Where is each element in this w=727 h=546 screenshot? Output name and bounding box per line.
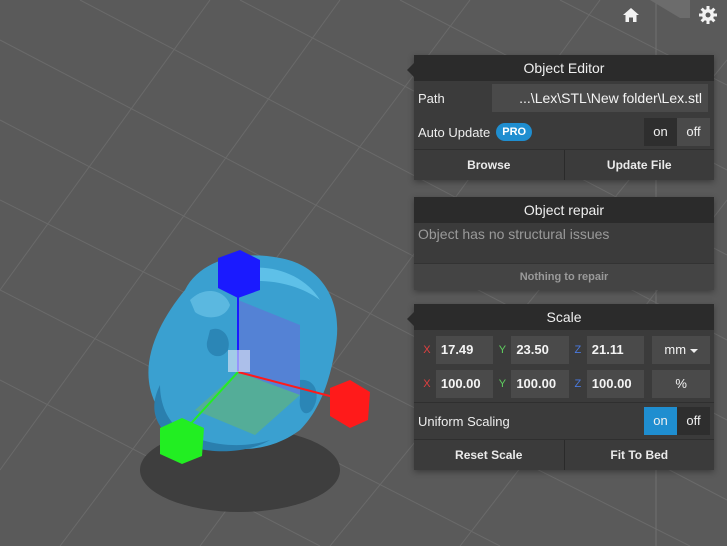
path-row: Path ...\Lex\STL\New folder\Lex.stl — [414, 81, 714, 115]
auto-update-row: Auto Update PRO on off — [414, 115, 714, 149]
size-y-field[interactable]: 23.50 — [511, 336, 569, 364]
caret-down-icon — [690, 348, 699, 353]
object-editor-buttons: Browse Update File — [414, 149, 714, 180]
scale-buttons: Reset Scale Fit To Bed — [414, 439, 714, 470]
panel-pointer — [407, 312, 414, 326]
pro-badge: PRO — [496, 123, 533, 141]
uniform-on-button[interactable]: on — [644, 407, 677, 435]
home-icon — [623, 8, 639, 22]
percent-z-field[interactable]: 100.00 — [586, 370, 645, 398]
uniform-scaling-toggle[interactable]: on off — [644, 407, 710, 435]
scale-panel: Scale X 17.49 Y 23.50 Z 21.11 mm X 100.0… — [407, 304, 714, 470]
axis-z-label: Z — [574, 344, 582, 356]
size-row: X 17.49 Y 23.50 Z 21.11 mm — [418, 334, 710, 366]
axis-x-label: X — [423, 344, 431, 356]
axis-y-label: Y — [498, 378, 507, 390]
nothing-to-repair-button: Nothing to repair — [414, 263, 714, 290]
scale-grid: X 17.49 Y 23.50 Z 21.11 mm X 100.00 Y 10… — [414, 330, 714, 400]
axis-x-label: X — [423, 378, 431, 390]
size-z-field[interactable]: 21.11 — [586, 336, 645, 364]
object-repair-panel: Object repair Object has no structural i… — [414, 197, 714, 290]
scale-title: Scale — [414, 304, 714, 330]
browse-button[interactable]: Browse — [414, 150, 564, 180]
object-repair-title: Object repair — [414, 197, 714, 223]
auto-update-toggle[interactable]: on off — [644, 118, 710, 146]
unit-value: mm — [664, 342, 687, 357]
axis-z-label: Z — [574, 378, 582, 390]
object-editor-title: Object Editor — [414, 55, 714, 81]
home-button[interactable] — [620, 4, 642, 26]
percent-y-field[interactable]: 100.00 — [511, 370, 569, 398]
path-field[interactable]: ...\Lex\STL\New folder\Lex.stl — [492, 84, 708, 112]
auto-update-label: Auto Update — [418, 124, 491, 140]
uniform-off-button[interactable]: off — [677, 407, 710, 435]
uniform-scaling-label: Uniform Scaling — [418, 413, 510, 429]
fit-to-bed-button[interactable]: Fit To Bed — [563, 440, 715, 470]
gear-icon — [699, 6, 717, 24]
percent-unit: % — [652, 370, 710, 398]
update-file-button[interactable]: Update File — [563, 150, 715, 180]
axis-y-label: Y — [498, 344, 507, 356]
repair-message: Object has no structural issues — [418, 226, 610, 242]
z-axis-handle[interactable] — [218, 250, 260, 298]
settings-button[interactable] — [697, 4, 719, 26]
percent-x-field[interactable]: 100.00 — [435, 370, 494, 398]
uniform-scaling-row: Uniform Scaling on off — [414, 402, 714, 439]
size-x-field[interactable]: 17.49 — [435, 336, 494, 364]
panel-pointer — [407, 63, 414, 77]
percent-row: X 100.00 Y 100.00 Z 100.00 % — [418, 368, 710, 400]
auto-update-off-button[interactable]: off — [677, 118, 710, 146]
path-label: Path — [418, 90, 445, 106]
reset-scale-button[interactable]: Reset Scale — [414, 440, 564, 470]
object-editor-panel: Object Editor Path ...\Lex\STL\New folde… — [407, 55, 714, 180]
auto-update-on-button[interactable]: on — [644, 118, 677, 146]
unit-dropdown[interactable]: mm — [652, 336, 710, 364]
